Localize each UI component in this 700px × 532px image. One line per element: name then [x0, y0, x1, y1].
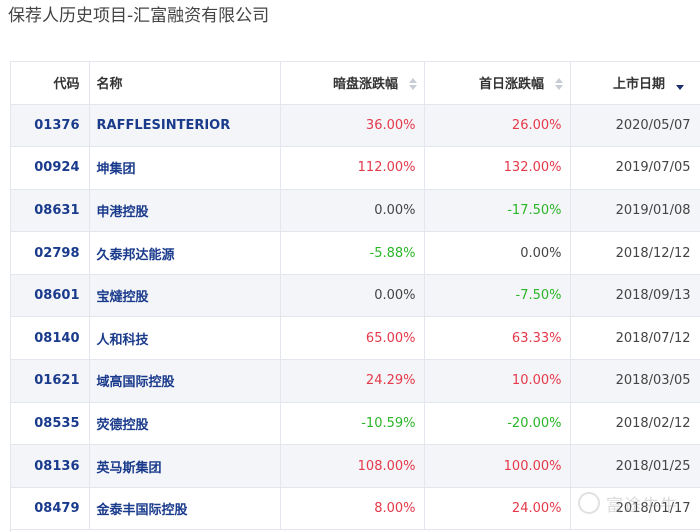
column-header-grey-market-label: 暗盘涨跌幅: [332, 77, 398, 92]
stock-code-link[interactable]: 08631: [11, 189, 90, 233]
stock-name-link[interactable]: 人和科技: [89, 316, 281, 361]
stock-name-link[interactable]: 英马斯集团: [89, 444, 281, 488]
listing-date: 2018/03/05: [570, 359, 700, 403]
listing-date: 2018/01/25: [570, 444, 700, 488]
grey-market-change: 108.00%: [280, 444, 425, 488]
grey-market-change: 112.00%: [280, 146, 425, 190]
grey-market-change: 36.00%: [280, 104, 425, 148]
stock-name-link[interactable]: 域高国际控股: [89, 359, 281, 403]
stock-name-link[interactable]: 坤集团: [89, 146, 281, 190]
first-day-change: 63.33%: [424, 316, 571, 361]
stock-code-link[interactable]: 08601: [11, 274, 90, 318]
sort-desc-icon[interactable]: [675, 76, 685, 92]
grey-market-change: -5.88%: [280, 231, 425, 275]
table-row[interactable]: 08601 宝燵控股 0.00% -7.50% 2018/09/13: [11, 274, 700, 318]
table-row[interactable]: 08535 荧德控股 -10.59% -20.00% 2018/02/12: [11, 402, 700, 446]
listing-date: 2018/01/17: [570, 487, 700, 531]
stock-name-link[interactable]: 荧德控股: [89, 402, 281, 446]
listing-date: 2020/05/07: [570, 104, 700, 148]
table-row[interactable]: 00924 坤集团 112.00% 132.00% 2019/07/05: [11, 146, 700, 190]
listing-date: 2018/09/13: [570, 274, 700, 318]
stock-code-link[interactable]: 08479: [11, 487, 90, 531]
sort-updown-icon[interactable]: [408, 76, 418, 92]
stock-code-link[interactable]: 08140: [11, 316, 90, 361]
table-row[interactable]: 08136 英马斯集团 108.00% 100.00% 2018/01/25: [11, 444, 700, 488]
table-row[interactable]: 01621 域高国际控股 24.29% 10.00% 2018/03/05: [11, 359, 700, 403]
stock-name-link[interactable]: 申港控股: [89, 189, 281, 233]
grey-market-change: -10.59%: [280, 402, 425, 446]
table-row[interactable]: 01376 RAFFLESINTERIOR 36.00% 26.00% 2020/05/…: [11, 104, 700, 148]
grey-market-change: 0.00%: [280, 189, 425, 233]
table-row[interactable]: 08140 人和科技 65.00% 63.33% 2018/07/12: [11, 316, 700, 361]
stock-code-link[interactable]: 01621: [11, 359, 90, 403]
listing-date: 2018/02/12: [570, 402, 700, 446]
stock-code-link[interactable]: 00924: [11, 146, 90, 190]
listing-date: 2019/07/05: [570, 146, 700, 190]
first-day-change: 132.00%: [424, 146, 571, 190]
sort-updown-icon[interactable]: [554, 76, 564, 92]
first-day-change: 0.00%: [424, 231, 571, 275]
table-row[interactable]: 08479 金泰丰国际控股 8.00% 24.00% 2018/01/17: [11, 487, 700, 531]
listing-date: 2019/01/08: [570, 189, 700, 233]
grey-market-change: 24.29%: [280, 359, 425, 403]
first-day-change: 10.00%: [424, 359, 571, 403]
column-header-name: 名称: [89, 62, 281, 105]
listing-date: 2018/07/12: [570, 316, 700, 361]
table-header-row: 代码 名称 暗盘涨跌幅 首日涨跌幅 上市日期: [11, 62, 700, 105]
stock-name-link[interactable]: RAFFLESINTERIOR: [89, 104, 281, 148]
first-day-change: 26.00%: [424, 104, 571, 148]
page-title: 保荐人历史项目-汇富融资有限公司: [8, 6, 270, 26]
column-header-first-day-label: 首日涨跌幅: [478, 77, 544, 92]
first-day-change: -20.00%: [424, 402, 571, 446]
first-day-change: 24.00%: [424, 487, 571, 531]
sponsor-history-table: 代码 名称 暗盘涨跌幅 首日涨跌幅 上市日期 01376 RAFFLESINTER…: [10, 61, 700, 532]
column-header-first-day[interactable]: 首日涨跌幅: [424, 62, 571, 105]
stock-name-link[interactable]: 宝燵控股: [89, 274, 281, 318]
ipo-table: 代码 名称 暗盘涨跌幅 首日涨跌幅 上市日期 01376 RAFFLESINTER…: [11, 62, 700, 531]
stock-code-link[interactable]: 01376: [11, 104, 90, 148]
table-row[interactable]: 02798 久泰邦达能源 -5.88% 0.00% 2018/12/12: [11, 231, 700, 275]
stock-name-link[interactable]: 久泰邦达能源: [89, 231, 281, 275]
first-day-change: -17.50%: [424, 189, 571, 233]
grey-market-change: 65.00%: [280, 316, 425, 361]
stock-name-link[interactable]: 金泰丰国际控股: [89, 487, 281, 531]
grey-market-change: 8.00%: [280, 487, 425, 531]
stock-code-link[interactable]: 02798: [11, 231, 90, 275]
listing-date: 2018/12/12: [570, 231, 700, 275]
column-header-code: 代码: [11, 62, 90, 105]
column-header-grey-market[interactable]: 暗盘涨跌幅: [280, 62, 425, 105]
first-day-change: 100.00%: [424, 444, 571, 488]
table-row[interactable]: 08631 申港控股 0.00% -17.50% 2019/01/08: [11, 189, 700, 233]
column-header-listing-date-label: 上市日期: [612, 77, 665, 92]
first-day-change: -7.50%: [424, 274, 571, 318]
stock-code-link[interactable]: 08535: [11, 402, 90, 446]
grey-market-change: 0.00%: [280, 274, 425, 318]
column-header-listing-date[interactable]: 上市日期: [570, 62, 700, 105]
stock-code-link[interactable]: 08136: [11, 444, 90, 488]
